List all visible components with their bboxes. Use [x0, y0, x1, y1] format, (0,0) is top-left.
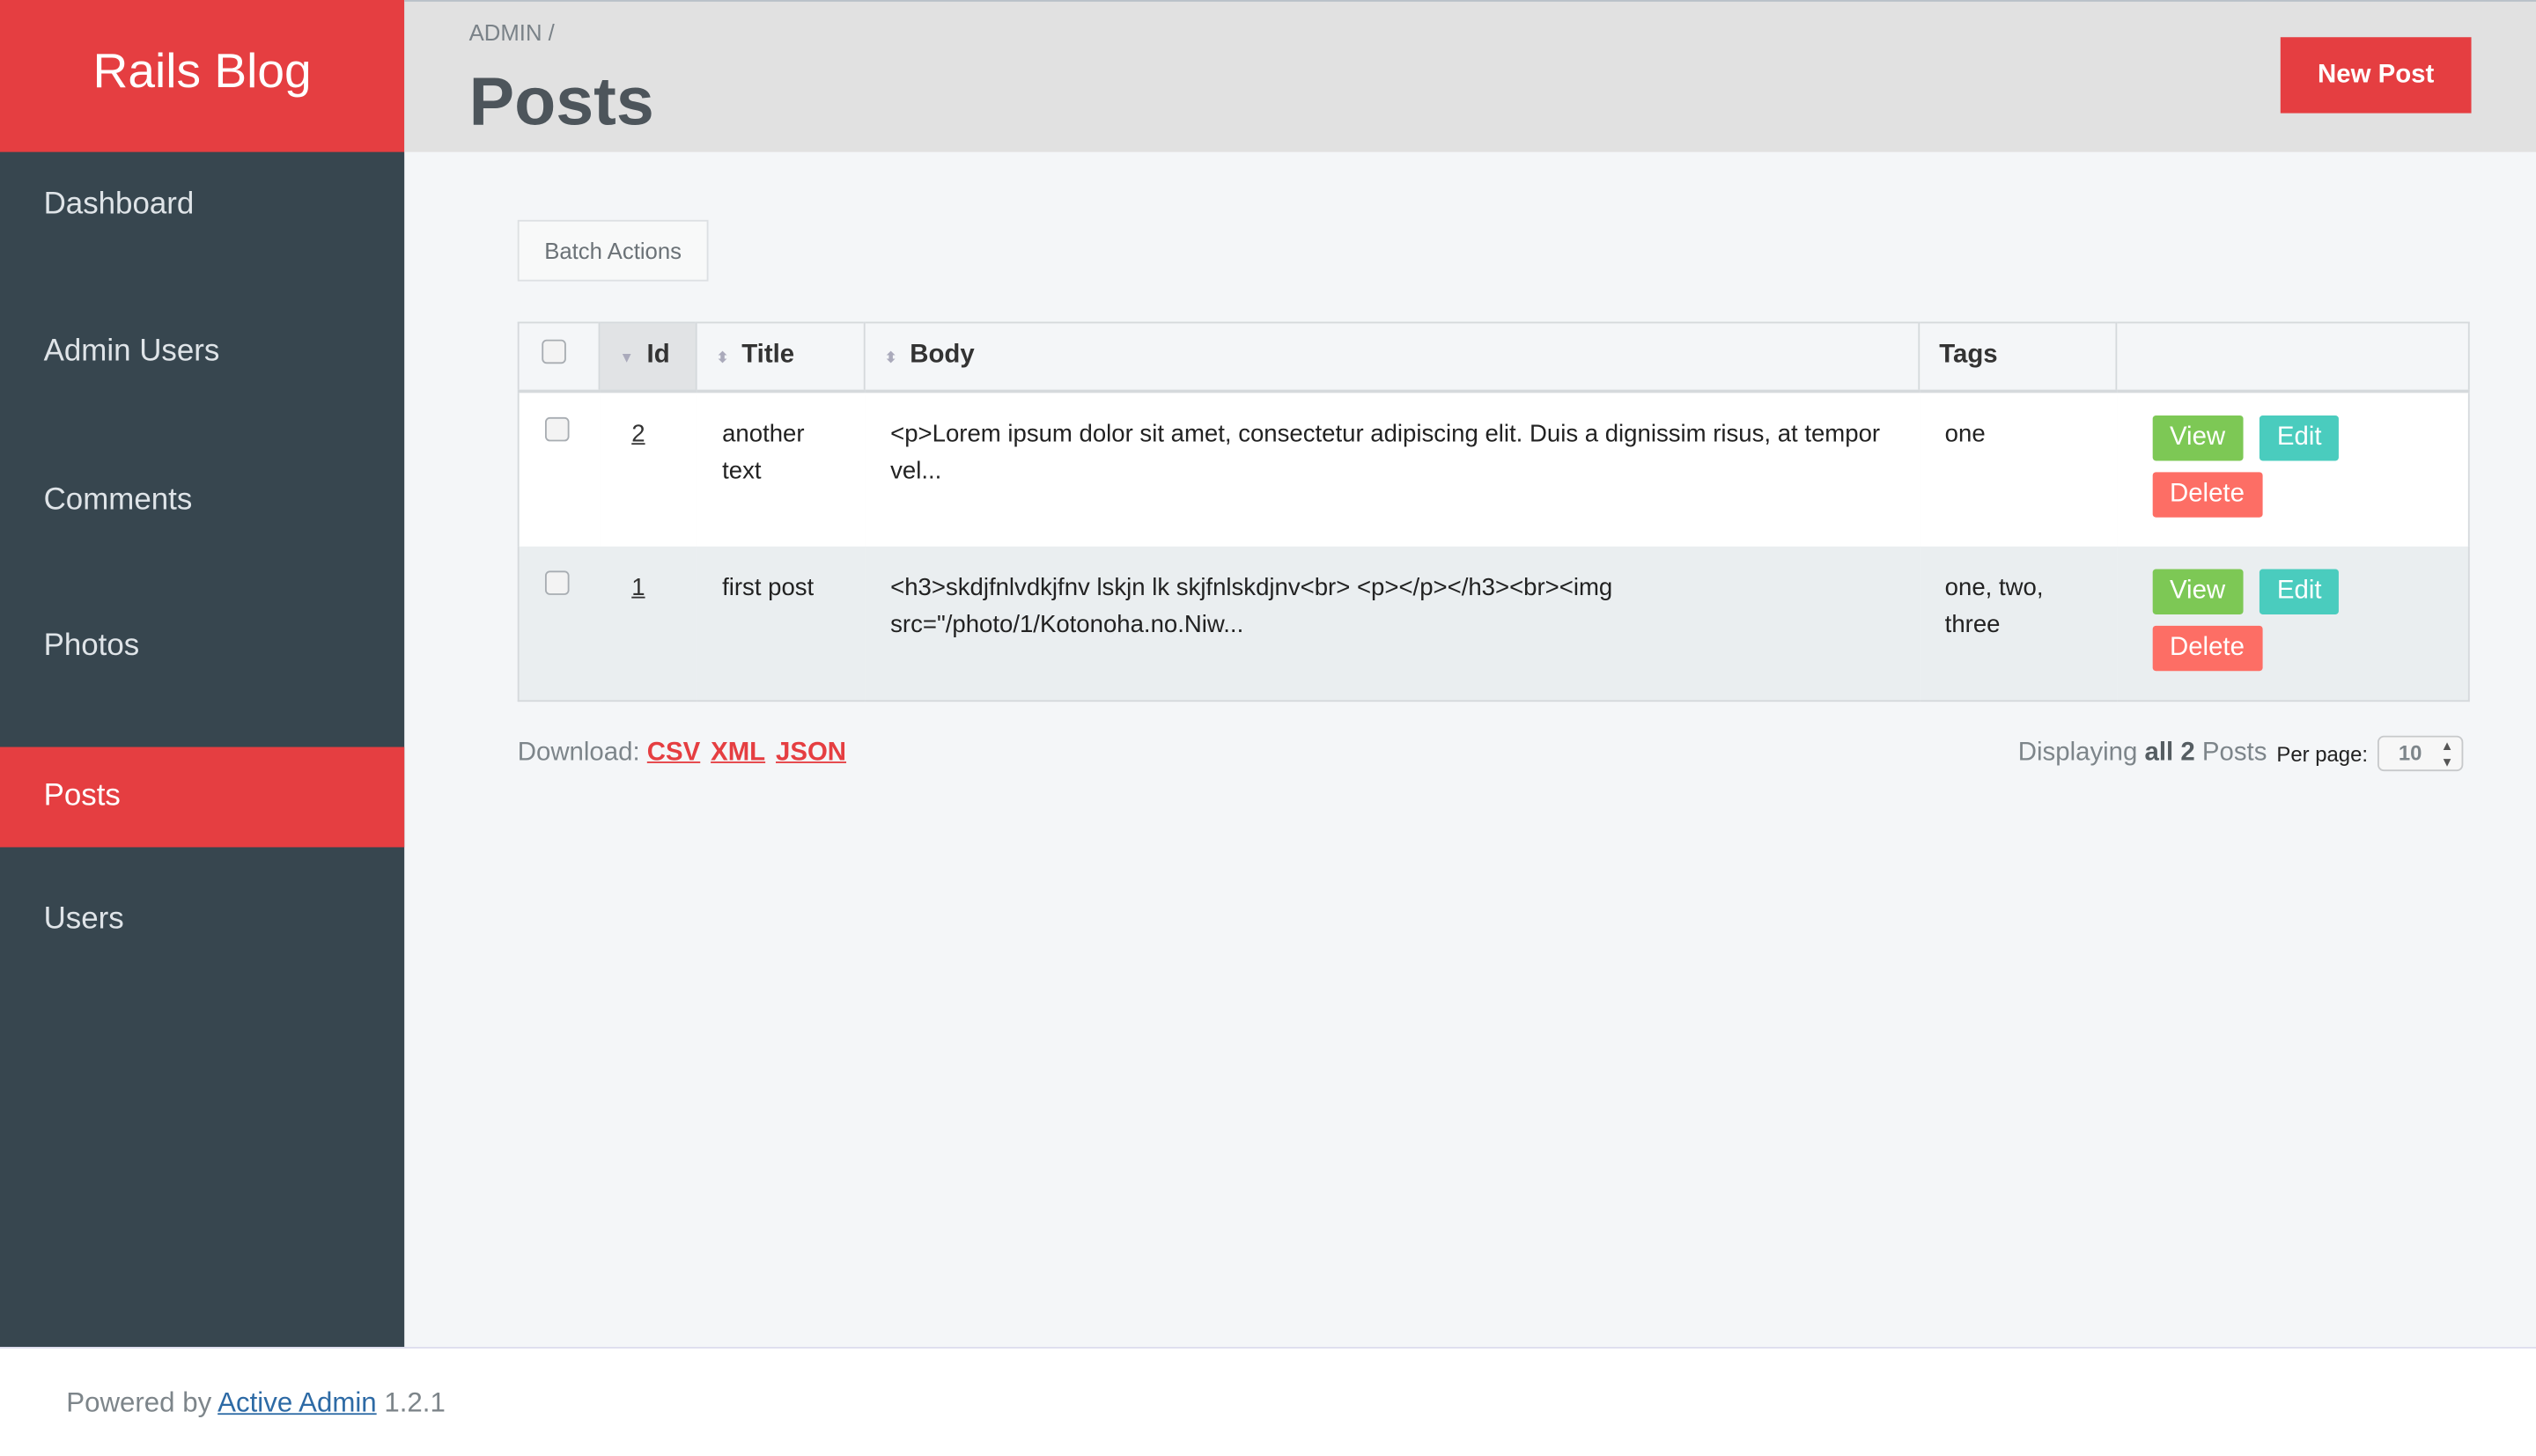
sidebar-item-users[interactable]: Users: [0, 870, 404, 970]
row-checkbox[interactable]: [544, 415, 570, 441]
post-title: first post: [696, 545, 865, 702]
per-page-select[interactable]: 10 ▲ ▼: [2378, 735, 2464, 772]
pagination-suffix: Posts: [2201, 739, 2267, 767]
post-body: <p>Lorem ipsum dolor sit amet, consectet…: [864, 390, 1920, 546]
view-button[interactable]: View: [2151, 568, 2244, 614]
download-json[interactable]: JSON: [776, 739, 846, 766]
active-admin-link[interactable]: Active Admin: [217, 1387, 376, 1418]
sidebar-item-posts[interactable]: Posts: [0, 746, 405, 848]
download-csv[interactable]: CSV: [647, 739, 700, 766]
site-title[interactable]: Rails Blog: [0, 0, 405, 152]
post-id-link[interactable]: 1: [631, 573, 645, 600]
delete-button[interactable]: Delete: [2151, 471, 2263, 517]
column-title[interactable]: ⬍ Title: [696, 322, 866, 393]
new-post-button[interactable]: New Post: [2280, 37, 2472, 114]
post-tags: one, two, three: [1919, 545, 2117, 702]
sidebar-item-comments[interactable]: Comments: [0, 451, 404, 551]
breadcrumb-separator: /: [548, 19, 555, 46]
pagination-count: all 2: [2144, 739, 2195, 767]
select-all-checkbox[interactable]: [542, 340, 566, 364]
post-tags: one: [1919, 390, 2117, 546]
sort-desc-icon: ▼: [619, 349, 634, 366]
breadcrumb-admin[interactable]: ADMIN: [469, 19, 542, 45]
sidebar-item-dashboard[interactable]: Dashboard: [0, 155, 404, 255]
footer-version: 1.2.1: [384, 1386, 446, 1418]
table-header: ▼ Id ⬍ Title ⬍ Body Tags: [518, 322, 2469, 393]
column-body[interactable]: ⬍ Body: [864, 322, 1920, 393]
breadcrumb: ADMIN /: [469, 19, 555, 45]
sort-icon: ⬍: [884, 349, 897, 366]
pagination-prefix: Displaying: [2017, 739, 2138, 767]
post-id-link[interactable]: 2: [631, 420, 645, 447]
page-title: Posts: [468, 63, 654, 139]
sidebar-item-admin-users[interactable]: Admin Users: [0, 302, 404, 402]
post-body: <h3>skdjfnlvdkjfnv lskjn lk skjfnlskdjnv…: [864, 545, 1920, 702]
sidebar: Rails Blog Dashboard Admin Users Comment…: [0, 0, 405, 1348]
sidebar-item-photos[interactable]: Photos: [0, 597, 404, 697]
batch-actions-button[interactable]: Batch Actions: [517, 219, 709, 282]
posts-table: ▼ Id ⬍ Title ⬍ Body Tags 2 another text <p>…: [517, 321, 2470, 702]
row-checkbox[interactable]: [544, 570, 570, 595]
column-actions: [2116, 322, 2469, 393]
edit-button[interactable]: Edit: [2259, 415, 2340, 460]
download-links: Download: CSV XML JSON: [518, 739, 850, 768]
footer: Powered by Active Admin 1.2.1: [0, 1347, 2536, 1456]
column-id[interactable]: ▼ Id: [599, 322, 697, 393]
title-bar: ADMIN / Posts New Post: [404, 0, 2536, 152]
delete-button[interactable]: Delete: [2151, 624, 2263, 671]
view-button[interactable]: View: [2151, 415, 2244, 460]
edit-button[interactable]: Edit: [2259, 568, 2340, 614]
download-xml[interactable]: XML: [711, 739, 765, 766]
sort-icon: ⬍: [716, 349, 729, 366]
table-row: 2 another text <p>Lorem ipsum dolor sit …: [518, 390, 2469, 546]
per-page-label: Per page:: [2276, 741, 2368, 766]
footer-prefix: Powered by: [66, 1386, 212, 1418]
table-row: 1 first post <h3>skdjfnlvdkjfnv lskjn lk…: [518, 545, 2469, 702]
column-tags: Tags: [1919, 322, 2118, 393]
post-title: another text: [696, 390, 865, 546]
pagination-info: Displaying all 2 Posts Per page: 10 ▲ ▼: [2017, 735, 2464, 772]
up-down-icon: ▲ ▼: [2440, 739, 2454, 770]
download-label: Download:: [517, 739, 640, 767]
